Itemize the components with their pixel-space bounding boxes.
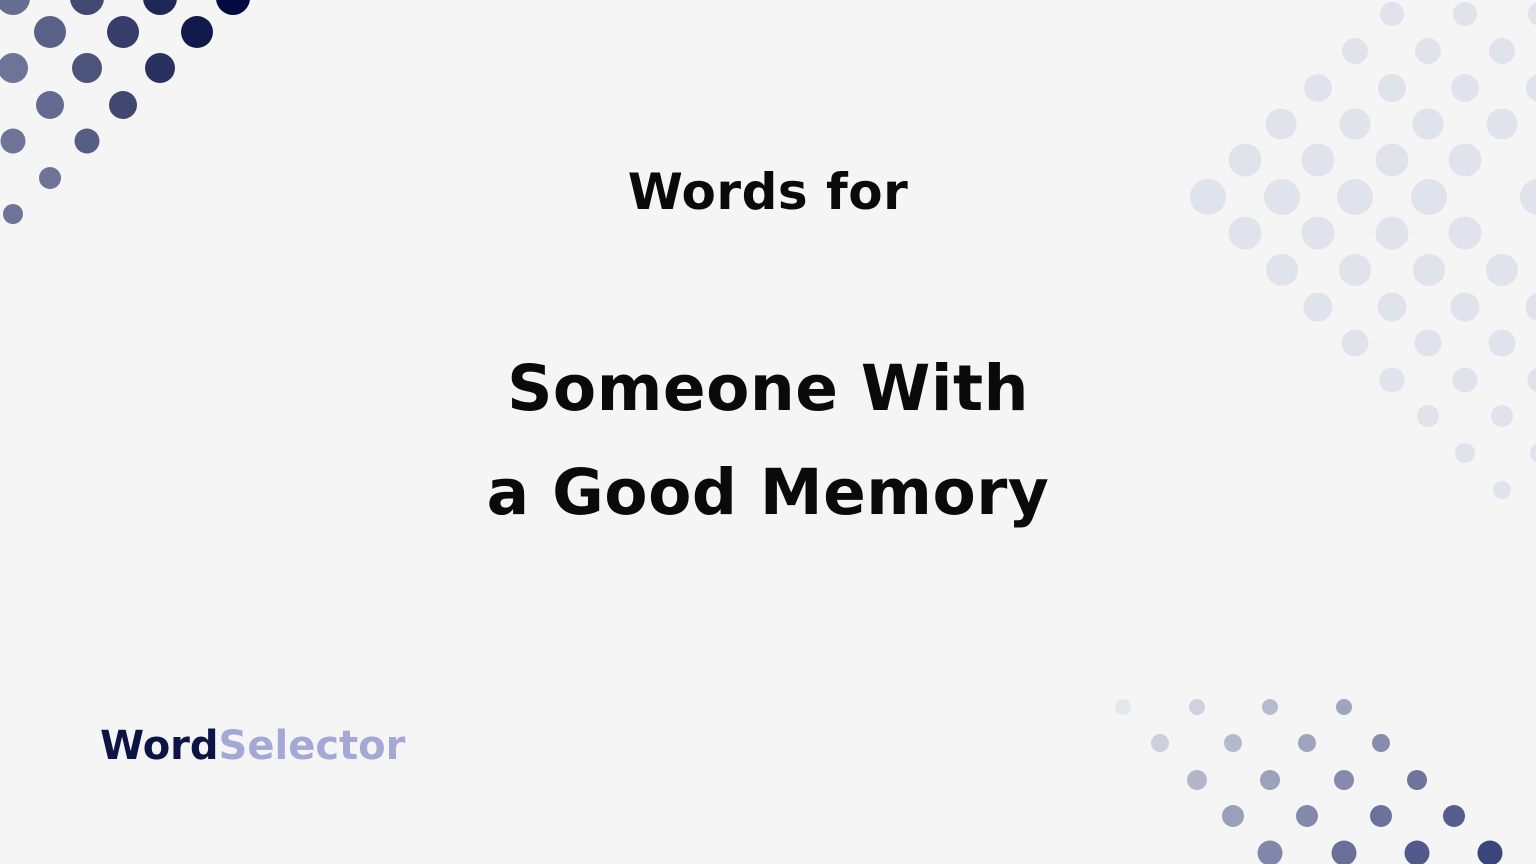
decorative-dot	[1407, 770, 1427, 790]
decorative-dot	[0, 53, 28, 83]
decorative-dot	[1151, 734, 1169, 752]
decorative-dot	[1189, 699, 1205, 715]
decorative-dot	[1334, 770, 1354, 790]
decorative-dot	[1404, 840, 1430, 864]
decorative-dot	[1304, 74, 1332, 102]
decorative-dot	[1525, 293, 1536, 321]
decorative-dot	[1370, 805, 1392, 827]
decorative-dot	[1443, 805, 1465, 827]
decorative-dot	[1453, 2, 1477, 26]
decorative-dot	[109, 91, 137, 119]
wordselector-logo: WordSelector	[100, 720, 405, 772]
decorative-dot	[1224, 734, 1242, 752]
decorative-dot	[0, 128, 26, 154]
decorative-dot	[1262, 699, 1278, 715]
decorative-dot	[1265, 108, 1297, 140]
decorative-dot	[1477, 840, 1503, 864]
decorative-dot	[1342, 38, 1368, 64]
logo-selector: Selector	[218, 723, 406, 769]
logo-word: Word	[100, 723, 219, 769]
decorative-dot	[1413, 254, 1445, 286]
decorative-dot	[1298, 734, 1316, 752]
decorative-dot	[1257, 840, 1283, 864]
main-title: Someone With a Good Memory	[0, 337, 1536, 545]
decorative-dot	[1450, 292, 1480, 322]
decorative-dot	[1339, 254, 1371, 286]
subtitle: Words for	[627, 163, 909, 221]
decorative-dot	[74, 128, 100, 154]
decorative-dot	[72, 53, 102, 83]
bottom-right-dot-pattern	[1115, 699, 1503, 864]
decorative-dot	[1115, 699, 1131, 715]
decorative-dot	[1528, 2, 1536, 26]
decorative-dot	[0, 0, 30, 15]
decorative-dot	[1222, 805, 1244, 827]
decorative-dot	[1486, 108, 1518, 140]
decorative-dot	[145, 53, 175, 83]
decorative-dot	[1303, 292, 1333, 322]
title-line-2: a Good Memory	[486, 456, 1050, 529]
decorative-dot	[216, 0, 250, 15]
decorative-dot	[1187, 770, 1207, 790]
decorative-dot	[1260, 770, 1280, 790]
decorative-dot	[1331, 840, 1357, 864]
decorative-dot	[107, 16, 139, 48]
decorative-dot	[1415, 38, 1441, 64]
decorative-dot	[70, 0, 104, 15]
banner-canvas: Words for Someone With a Good Memory Wor…	[0, 0, 1536, 864]
decorative-dot	[36, 91, 64, 119]
decorative-dot	[1526, 74, 1536, 102]
decorative-dot	[1377, 292, 1407, 322]
decorative-dot	[1412, 108, 1444, 140]
decorative-dot	[143, 0, 177, 15]
decorative-dot	[1336, 699, 1352, 715]
decorative-dot	[1339, 108, 1371, 140]
decorative-dot	[1451, 74, 1479, 102]
decorative-dot	[1486, 254, 1518, 286]
decorative-dot	[34, 16, 66, 48]
decorative-dot	[1489, 38, 1515, 64]
decorative-dot	[1372, 734, 1390, 752]
decorative-dot	[1380, 2, 1404, 26]
decorative-dot	[1378, 74, 1406, 102]
decorative-dot	[181, 16, 213, 48]
decorative-dot	[1296, 805, 1318, 827]
title-line-1: Someone With	[507, 352, 1029, 425]
decorative-dot	[1266, 254, 1298, 286]
